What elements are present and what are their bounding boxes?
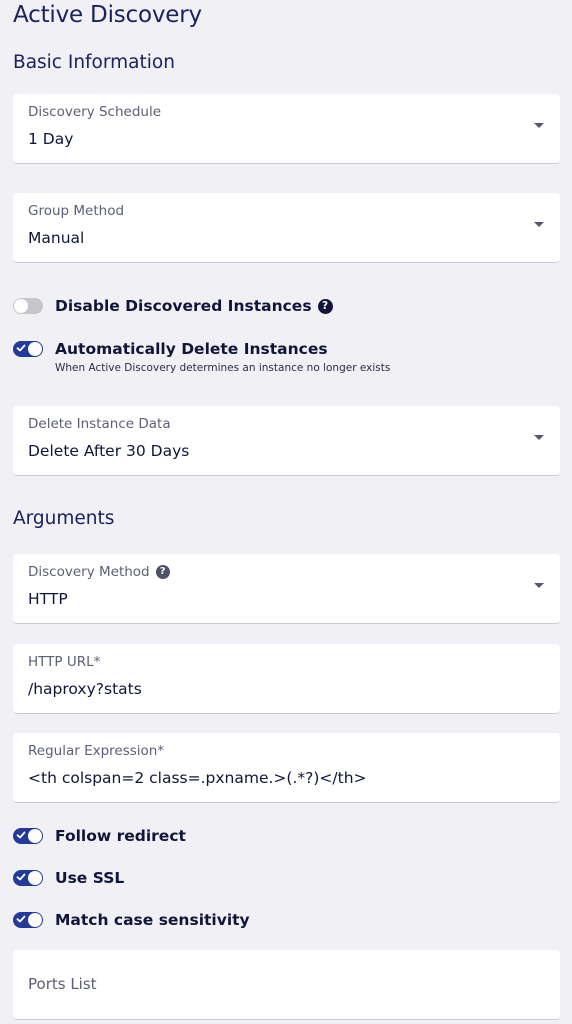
- follow-redirect-label: Follow redirect: [55, 827, 186, 845]
- question-circle-icon[interactable]: ?: [317, 298, 333, 314]
- auto-delete-instances-helper: When Active Discovery determines an inst…: [55, 362, 391, 374]
- chevron-down-icon: [534, 435, 544, 440]
- regular-expression-value[interactable]: <th colspan=2 class=.pxname.>(.*?)</th>: [28, 769, 367, 787]
- auto-delete-instances-row: Automatically Delete Instances: [13, 340, 328, 358]
- check-icon: [16, 873, 26, 881]
- chevron-down-icon: [534, 583, 544, 588]
- match-case-sensitivity-row: Match case sensitivity: [13, 911, 250, 929]
- discovery-method-label: Discovery Method: [28, 564, 150, 580]
- discovery-method-label-wrap: Discovery Method ?: [28, 564, 170, 580]
- toggle-knob: [28, 829, 42, 843]
- use-ssl-row: Use SSL: [13, 869, 124, 887]
- match-case-sensitivity-label: Match case sensitivity: [55, 911, 250, 929]
- discovery-method-select[interactable]: Discovery Method ? HTTP: [13, 554, 560, 624]
- toggle-knob: [28, 871, 42, 885]
- toggle-knob: [28, 913, 42, 927]
- follow-redirect-toggle[interactable]: [13, 828, 43, 844]
- delete-instance-data-value: Delete After 30 Days: [28, 442, 190, 460]
- toggle-knob: [14, 299, 28, 313]
- group-method-select[interactable]: Group Method Manual: [13, 193, 560, 263]
- group-method-value: Manual: [28, 229, 85, 247]
- regular-expression-field[interactable]: Regular Expression* <th colspan=2 class=…: [13, 733, 560, 803]
- ports-list-label: Ports List: [28, 975, 97, 993]
- disable-discovered-instances-toggle[interactable]: [13, 298, 43, 314]
- disable-discovered-instances-row: Disable Discovered Instances ?: [13, 297, 333, 315]
- delete-instance-data-label: Delete Instance Data: [28, 416, 171, 432]
- toggle-knob: [28, 342, 42, 356]
- chevron-down-icon: [534, 222, 544, 227]
- arguments-heading: Arguments: [13, 508, 115, 529]
- page-title: Active Discovery: [13, 2, 202, 28]
- regular-expression-label: Regular Expression*: [28, 743, 165, 759]
- auto-delete-instances-label: Automatically Delete Instances: [55, 340, 328, 358]
- check-icon: [16, 344, 26, 352]
- basic-information-heading: Basic Information: [13, 52, 175, 73]
- check-icon: [16, 831, 26, 839]
- discovery-schedule-value: 1 Day: [28, 130, 74, 148]
- http-url-field[interactable]: HTTP URL* /haproxy?stats: [13, 644, 560, 714]
- discovery-schedule-label: Discovery Schedule: [28, 104, 162, 120]
- follow-redirect-row: Follow redirect: [13, 827, 186, 845]
- delete-instance-data-select[interactable]: Delete Instance Data Delete After 30 Day…: [13, 406, 560, 476]
- auto-delete-instances-toggle[interactable]: [13, 341, 43, 357]
- match-case-sensitivity-toggle[interactable]: [13, 912, 43, 928]
- discovery-schedule-select[interactable]: Discovery Schedule 1 Day: [13, 94, 560, 164]
- discovery-method-value: HTTP: [28, 590, 68, 608]
- use-ssl-label: Use SSL: [55, 869, 125, 887]
- question-circle-icon[interactable]: ?: [155, 565, 170, 579]
- chevron-down-icon: [534, 123, 544, 128]
- http-url-label: HTTP URL*: [28, 654, 101, 670]
- group-method-label: Group Method: [28, 203, 125, 219]
- ports-list-field[interactable]: Ports List: [13, 950, 560, 1020]
- http-url-value[interactable]: /haproxy?stats: [28, 680, 142, 698]
- disable-discovered-instances-label: Disable Discovered Instances: [55, 297, 312, 315]
- check-icon: [16, 915, 26, 923]
- use-ssl-toggle[interactable]: [13, 870, 43, 886]
